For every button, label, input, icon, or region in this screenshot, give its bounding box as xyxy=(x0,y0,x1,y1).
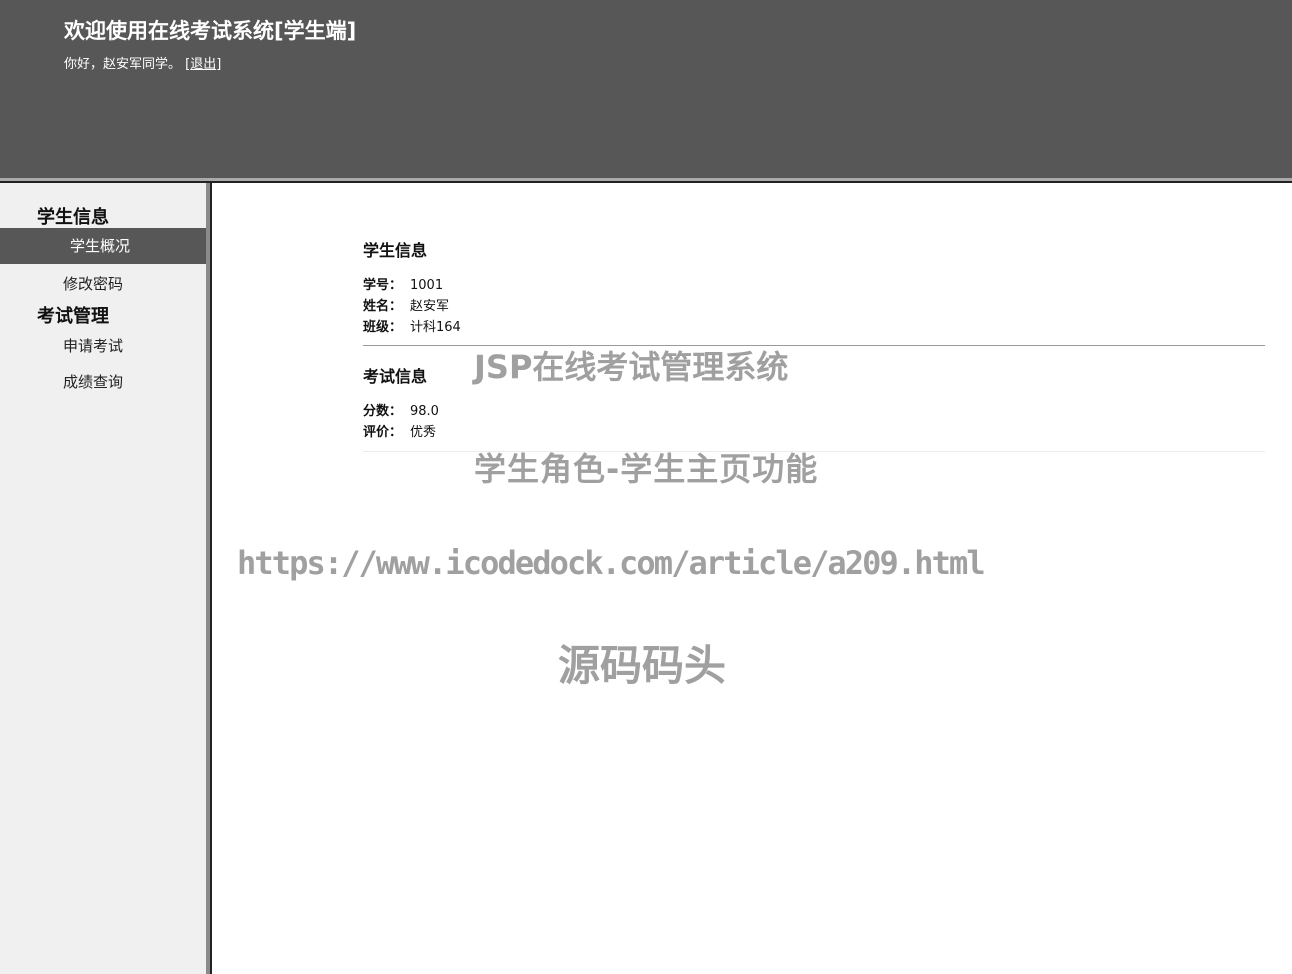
student-id-label: 学号： xyxy=(363,278,403,293)
sidebar-item-label: 成绩查询 xyxy=(63,373,124,391)
sidebar-item-score-query[interactable]: 成绩查询 xyxy=(0,364,206,400)
score-row: 分数： 98.0 xyxy=(363,401,439,422)
sidebar-section-student-info: 学生信息 xyxy=(37,207,109,228)
watermark-brand: 源码码头 xyxy=(558,641,727,690)
sidebar: 学生信息 学生概况 修改密码 考试管理 申请考试 成绩查询 xyxy=(0,183,206,974)
sidebar-item-label: 修改密码 xyxy=(63,275,124,293)
watermark-system-name: JSP在线考试管理系统 xyxy=(474,348,789,386)
sidebar-item-student-overview[interactable]: 学生概况 xyxy=(0,228,206,264)
student-id-value: 1001 xyxy=(410,278,444,293)
watermark-url: https://www.icodedock.com/article/a209.h… xyxy=(237,544,986,582)
sidebar-item-label: 申请考试 xyxy=(63,337,124,355)
evaluation-row: 评价： 优秀 xyxy=(363,422,436,443)
sidebar-item-change-password[interactable]: 修改密码 xyxy=(0,266,206,302)
logout-link[interactable]: 退出 xyxy=(190,57,216,72)
user-greeting: 你好，赵安军同学。 [退出] xyxy=(64,53,221,72)
score-value: 98.0 xyxy=(410,404,439,419)
student-class-label: 班级： xyxy=(363,320,403,335)
page-title: 欢迎使用在线考试系统[学生端] xyxy=(64,19,357,43)
student-id-row: 学号： 1001 xyxy=(363,275,443,296)
student-name-label: 姓名： xyxy=(363,299,403,314)
greeting-text: 你好，赵安军同学。 [ xyxy=(64,57,191,72)
score-label: 分数： xyxy=(363,404,403,419)
student-name-row: 姓名： 赵安军 xyxy=(363,296,449,317)
student-name-value: 赵安军 xyxy=(410,299,450,314)
student-info-heading: 学生信息 xyxy=(363,241,428,260)
evaluation-label: 评价： xyxy=(363,425,403,440)
greeting-bracket-close: ] xyxy=(216,57,222,72)
header-bar: 欢迎使用在线考试系统[学生端] 你好，赵安军同学。 [退出] xyxy=(0,0,1292,178)
student-class-value: 计科164 xyxy=(410,320,461,335)
sidebar-item-label: 学生概况 xyxy=(70,237,131,255)
student-class-row: 班级： 计科164 xyxy=(363,317,461,338)
watermark-feature-description: 学生角色-学生主页功能 xyxy=(474,450,819,488)
sidebar-section-exam-management: 考试管理 xyxy=(37,306,109,327)
evaluation-value: 优秀 xyxy=(410,425,437,440)
sidebar-item-apply-exam[interactable]: 申请考试 xyxy=(0,328,206,364)
exam-info-heading: 考试信息 xyxy=(363,367,428,386)
page: 欢迎使用在线考试系统[学生端] 你好，赵安军同学。 [退出] 学生信息 学生概况… xyxy=(0,0,1292,974)
